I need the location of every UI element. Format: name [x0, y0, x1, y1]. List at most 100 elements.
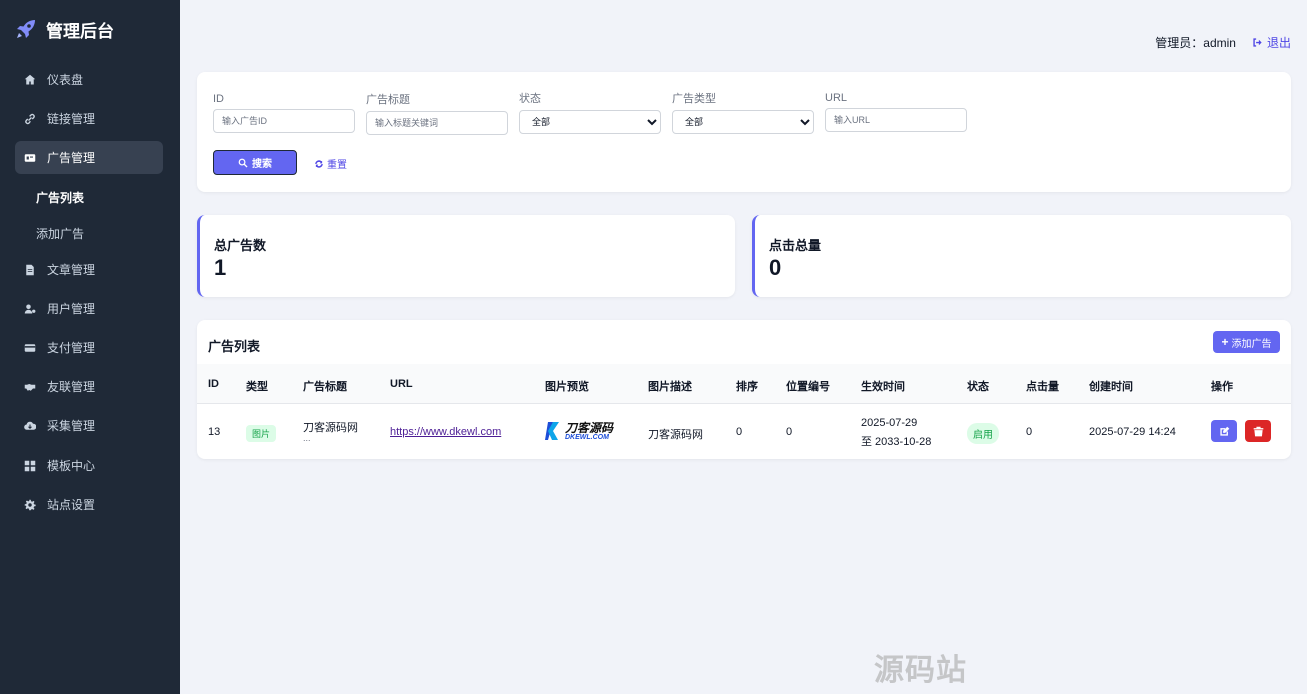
- sign-out-icon: [1253, 38, 1262, 47]
- sidebar-item-users[interactable]: 用户管理: [15, 292, 163, 325]
- type-badge: 图片: [246, 425, 277, 442]
- filter-panel: ID 广告标题 状态 全部 广告类型 全部 URL 搜索 重置: [197, 72, 1291, 192]
- user-cog-icon: [23, 302, 37, 316]
- filter-type-label: 广告类型: [672, 93, 716, 105]
- status-select[interactable]: 全部: [519, 110, 661, 134]
- sidebar-item-articles[interactable]: 文章管理: [15, 253, 163, 286]
- stat-total-clicks-value: 0: [769, 255, 782, 280]
- stat-total-clicks: 点击总量 0: [752, 215, 1291, 297]
- sidebar-item-dashboard[interactable]: 仪表盘: [15, 63, 163, 96]
- status-badge: 启用: [967, 423, 999, 444]
- cell-desc: 刀客源码网: [648, 429, 703, 441]
- col-header[interactable]: 广告标题: [303, 378, 347, 394]
- table-header: ID 类型 广告标题 URL 图片预览 图片描述 排序 位置编号 生效时间 状态…: [197, 364, 1291, 404]
- brand[interactable]: 管理后台: [14, 16, 114, 42]
- watermark: 源码站www.yuanmaz.com: [874, 653, 1213, 694]
- cell-title-more: ...: [303, 433, 311, 443]
- preview-logo-text: 刀客源码: [565, 420, 614, 435]
- sidebar-subitem-ad-list[interactable]: 广告列表: [36, 189, 84, 206]
- filter-status: 状态 全部: [519, 90, 661, 134]
- stat-total-ads: 总广告数 1: [197, 215, 735, 297]
- filter-id-label: ID: [213, 93, 224, 105]
- col-header[interactable]: 生效时间: [861, 378, 905, 394]
- sidebar-subitem-add-ad[interactable]: 添加广告: [36, 225, 84, 242]
- sidebar-item-label: 仪表盘: [47, 73, 84, 87]
- cell-start-date: 2025-07-29: [861, 417, 918, 429]
- preview-logo-sub: DKEWL.COM: [565, 433, 609, 441]
- sidebar-item-label: 广告管理: [47, 151, 96, 165]
- brand-title: 管理后台: [46, 21, 114, 41]
- cell-end-date: 至 2033-10-28: [861, 436, 932, 448]
- add-ad-button[interactable]: + 添加广告: [1213, 331, 1280, 353]
- cell-id: 13: [208, 426, 221, 438]
- sidebar-item-friends[interactable]: 友联管理: [15, 370, 163, 403]
- filter-type: 广告类型 全部: [672, 90, 814, 134]
- col-header[interactable]: 操作: [1211, 378, 1233, 394]
- sidebar-item-label: 站点设置: [47, 498, 96, 512]
- filter-title: 广告标题: [366, 91, 508, 135]
- cell-url-link[interactable]: https://www.dkewl.com: [390, 426, 501, 438]
- ad-table-card: 广告列表 + 添加广告 ID 类型 广告标题 URL 图片预览 图片描述 排序 …: [197, 320, 1291, 459]
- admin-label: 管理员：admin: [1155, 36, 1236, 50]
- sidebar-item-label: 友联管理: [47, 380, 96, 394]
- col-header[interactable]: URL: [390, 378, 413, 390]
- reset-button-label: 重置: [327, 160, 347, 171]
- refresh-icon: [315, 159, 323, 168]
- filter-title-label: 广告标题: [366, 94, 410, 106]
- col-header[interactable]: 图片描述: [648, 378, 692, 394]
- cell-title: 刀客源码网: [303, 422, 358, 434]
- ad-id-input[interactable]: [213, 109, 355, 133]
- cell-created: 2025-07-29 14:24: [1089, 426, 1176, 438]
- cloud-download-icon: [23, 419, 37, 433]
- sidebar-item-label: 采集管理: [47, 419, 96, 433]
- link-icon: [23, 112, 37, 126]
- col-header[interactable]: 类型: [246, 378, 268, 394]
- filter-status-label: 状态: [519, 93, 541, 105]
- sidebar-item-label: 模板中心: [47, 459, 96, 473]
- sidebar-item-collect[interactable]: 采集管理: [15, 409, 163, 442]
- col-header[interactable]: 图片预览: [545, 378, 589, 394]
- reset-button[interactable]: 重置: [314, 156, 347, 171]
- table-row: 13 图片 刀客源码网 ... https://www.dkewl.com 刀客…: [197, 405, 1291, 459]
- sidebar-item-links[interactable]: 链接管理: [15, 102, 163, 135]
- sidebar-item-ads[interactable]: 广告管理: [15, 141, 163, 174]
- col-header[interactable]: 位置编号: [786, 378, 830, 394]
- plus-icon: +: [1221, 335, 1229, 349]
- add-ad-label: 添加广告: [1231, 338, 1272, 350]
- topbar: 管理员：admin 退出: [1155, 34, 1291, 51]
- dk-logo-icon: [545, 422, 559, 440]
- sidebar-item-settings[interactable]: 站点设置: [15, 488, 163, 521]
- col-header[interactable]: 点击量: [1026, 378, 1059, 394]
- ad-image-preview[interactable]: 刀客源码 DKEWL.COM: [545, 418, 615, 444]
- search-icon: [238, 158, 248, 168]
- url-input[interactable]: [825, 108, 967, 132]
- edit-icon: [1219, 426, 1229, 436]
- sidebar-item-payments[interactable]: 支付管理: [15, 331, 163, 364]
- delete-button[interactable]: [1245, 420, 1271, 442]
- col-header[interactable]: ID: [208, 378, 219, 390]
- col-header[interactable]: 排序: [736, 378, 758, 394]
- grid-icon: [23, 459, 37, 473]
- cell-sort: 0: [736, 426, 743, 438]
- ad-title-input[interactable]: [366, 111, 508, 135]
- filter-url: URL: [825, 92, 967, 132]
- logout-button[interactable]: 退出: [1252, 34, 1291, 51]
- ad-icon: [23, 151, 37, 165]
- sidebar-item-label: 文章管理: [47, 263, 96, 277]
- edit-button[interactable]: [1211, 420, 1237, 442]
- home-icon: [23, 73, 37, 87]
- search-button-label: 搜索: [252, 159, 272, 170]
- cell-position: 0: [786, 426, 793, 438]
- cell-clicks: 0: [1026, 426, 1033, 438]
- logout-label: 退出: [1266, 36, 1291, 50]
- col-header[interactable]: 创建时间: [1089, 378, 1133, 394]
- col-header[interactable]: 状态: [967, 378, 989, 394]
- stat-total-ads-label: 总广告数: [214, 238, 267, 253]
- gear-icon: [23, 498, 37, 512]
- sidebar-item-templates[interactable]: 模板中心: [15, 449, 163, 482]
- table-title: 广告列表: [208, 339, 261, 354]
- handshake-icon: [23, 380, 37, 394]
- search-button[interactable]: 搜索: [213, 150, 297, 175]
- ad-type-select[interactable]: 全部: [672, 110, 814, 134]
- stat-total-clicks-label: 点击总量: [769, 238, 822, 253]
